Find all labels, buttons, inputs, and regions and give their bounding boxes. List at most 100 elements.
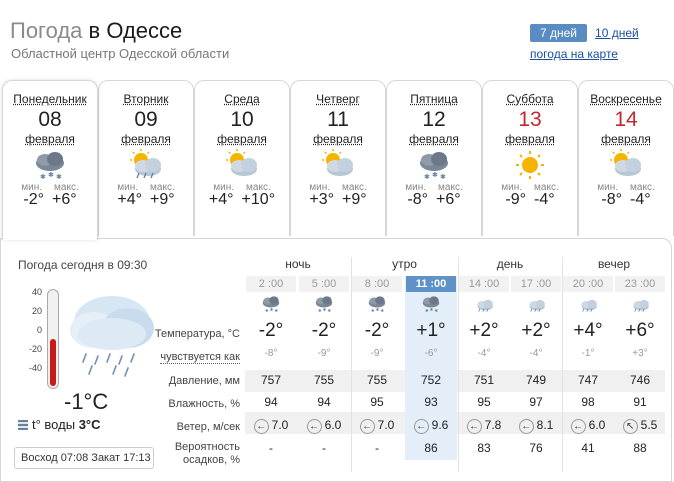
hour-pressure: 755: [366, 373, 388, 387]
day-part-label: день: [496, 257, 524, 271]
max-temp: +6°: [51, 191, 77, 208]
hour-label: 11 :00: [406, 276, 456, 292]
hour-label: 23 :00: [615, 276, 665, 292]
hour-icon: ✱ ✱ ✱: [418, 294, 444, 314]
wind-speed: 6.0: [588, 418, 606, 432]
hour-temperature: -2°: [311, 320, 337, 341]
hour-icon: [575, 294, 601, 314]
svg-text:✱: ✱: [56, 173, 62, 181]
hour-temperature: -2°: [364, 320, 390, 341]
precipitation-label-text: Вероятность: [174, 441, 240, 453]
hour-wind: ← 6.0: [298, 418, 350, 434]
cloud-rain-icon: [581, 299, 597, 312]
cloud-snow-icon: ✱ ✱ ✱: [36, 152, 64, 181]
hour-pressure: 746: [629, 373, 651, 387]
hour-wind: ← 7.8: [458, 418, 510, 434]
wind-direction-icon: ←: [413, 419, 429, 434]
day-part-label: ночь: [285, 257, 311, 271]
day-number: 08: [38, 108, 62, 131]
hour-icon: [523, 294, 549, 314]
svg-text:✱: ✱: [430, 307, 434, 312]
svg-text:✱: ✱: [376, 307, 380, 312]
hour-humidity: 91: [633, 395, 647, 409]
hour-precipitation: -: [269, 441, 273, 455]
hourly-forecast: ночь утро день вечер 2 :00 ✱ ✱ ✱ 5 :00 ✱ ✱ ✱ 8 :00 ✱ ✱…: [0, 0, 674, 482]
svg-text:✱: ✱: [48, 171, 54, 179]
feels-like-label-text: чувствуется как: [160, 351, 240, 364]
cloud-rain-icon: [633, 299, 649, 312]
day-tab[interactable]: Понедельник 08 февраля ✱ ✱ ✱ мин. макс. -2° +6°: [2, 80, 98, 240]
wind-speed: 8.1: [536, 418, 554, 432]
hour-icon: ✱ ✱ ✱: [258, 294, 284, 314]
hour-feels-like: -9°: [370, 348, 384, 359]
wind-direction-icon: ←: [253, 419, 269, 434]
hour-label: 14 :00: [459, 276, 509, 292]
svg-text:✱: ✱: [435, 308, 439, 313]
hour-precipitation: 83: [477, 441, 491, 455]
hour-wind: ← 6.0: [562, 418, 614, 434]
hour-temperature: +2°: [521, 320, 551, 341]
svg-text:✱: ✱: [425, 308, 429, 313]
pressure-label: Давление, мм: [0, 375, 240, 387]
precipitation-label-2: осадков, %: [0, 454, 240, 466]
wind-direction-icon: ←: [518, 419, 534, 434]
cloud-rain-icon: [477, 299, 493, 312]
humidity-label: Влажность, %: [0, 398, 240, 410]
wind-speed: 7.0: [271, 418, 289, 432]
wind-direction-icon: ←: [359, 419, 375, 434]
hour-pressure: 751: [473, 373, 495, 387]
cloud-rain-icon: [529, 299, 545, 312]
svg-text:✱: ✱: [318, 308, 322, 313]
svg-text:✱: ✱: [275, 308, 279, 313]
cloud-snow-icon: ✱ ✱ ✱: [368, 296, 386, 313]
wind-speed: 5.5: [640, 418, 658, 432]
hour-wind: ← 8.1: [510, 418, 562, 434]
temperature-label: Температура, °C: [0, 328, 240, 340]
hour-icon: [627, 294, 653, 314]
wind-speed: 7.8: [484, 418, 502, 432]
hour-pressure: 749: [525, 373, 547, 387]
cloud-snow-icon: ✱ ✱ ✱: [422, 296, 440, 313]
hour-humidity: 94: [317, 395, 331, 409]
wind-speed: 6.0: [324, 418, 342, 432]
hour-wind: ← 9.6: [405, 418, 457, 434]
svg-text:✱: ✱: [270, 307, 274, 312]
hour-feels-like: -4°: [477, 348, 491, 359]
humidity-label-text: Влажность, %: [168, 398, 240, 410]
hour-temperature: +6°: [625, 320, 655, 341]
hour-pressure: 757: [260, 373, 282, 387]
hour-label: 8 :00: [352, 276, 402, 292]
hour-label: 20 :00: [563, 276, 613, 292]
hour-wind: ← 7.0: [351, 418, 403, 434]
hour-feels-like: -8°: [264, 348, 278, 359]
wind-label: Ветер, м/сек: [0, 421, 240, 433]
hour-precipitation: 88: [633, 441, 647, 455]
wind-direction-icon: ←: [466, 419, 482, 434]
svg-text:✱: ✱: [381, 308, 385, 313]
hour-precipitation: -: [322, 441, 326, 455]
wind-label-text: Ветер, м/сек: [176, 421, 240, 433]
hour-humidity: 93: [424, 395, 438, 409]
svg-text:✱: ✱: [323, 307, 327, 312]
min-temp: -2°: [23, 191, 44, 208]
pressure-label-text: Давление, мм: [168, 375, 240, 387]
min-max-values: -2° +6°: [3, 191, 97, 209]
hour-label: 2 :00: [246, 276, 296, 292]
hour-temperature: +1°: [416, 320, 446, 341]
hour-humidity: 97: [529, 395, 543, 409]
svg-text:✱: ✱: [265, 308, 269, 313]
hour-feels-like: -4°: [529, 348, 543, 359]
hour-feels-like: +3°: [632, 348, 648, 359]
hour-humidity: 94: [264, 395, 278, 409]
hour-feels-like: -6°: [424, 348, 438, 359]
hour-humidity: 95: [370, 395, 384, 409]
hour-precipitation: -: [375, 441, 379, 455]
hour-temperature: -2°: [258, 320, 284, 341]
hour-label: 5 :00: [299, 276, 349, 292]
hour-feels-like: -9°: [317, 348, 331, 359]
precipitation-label-2-text: осадков, %: [183, 454, 240, 466]
wind-speed: 7.0: [377, 418, 395, 432]
hour-precipitation: 76: [529, 441, 543, 455]
hour-pressure: 747: [577, 373, 599, 387]
cloud-snow-icon: ✱ ✱ ✱: [315, 296, 333, 313]
